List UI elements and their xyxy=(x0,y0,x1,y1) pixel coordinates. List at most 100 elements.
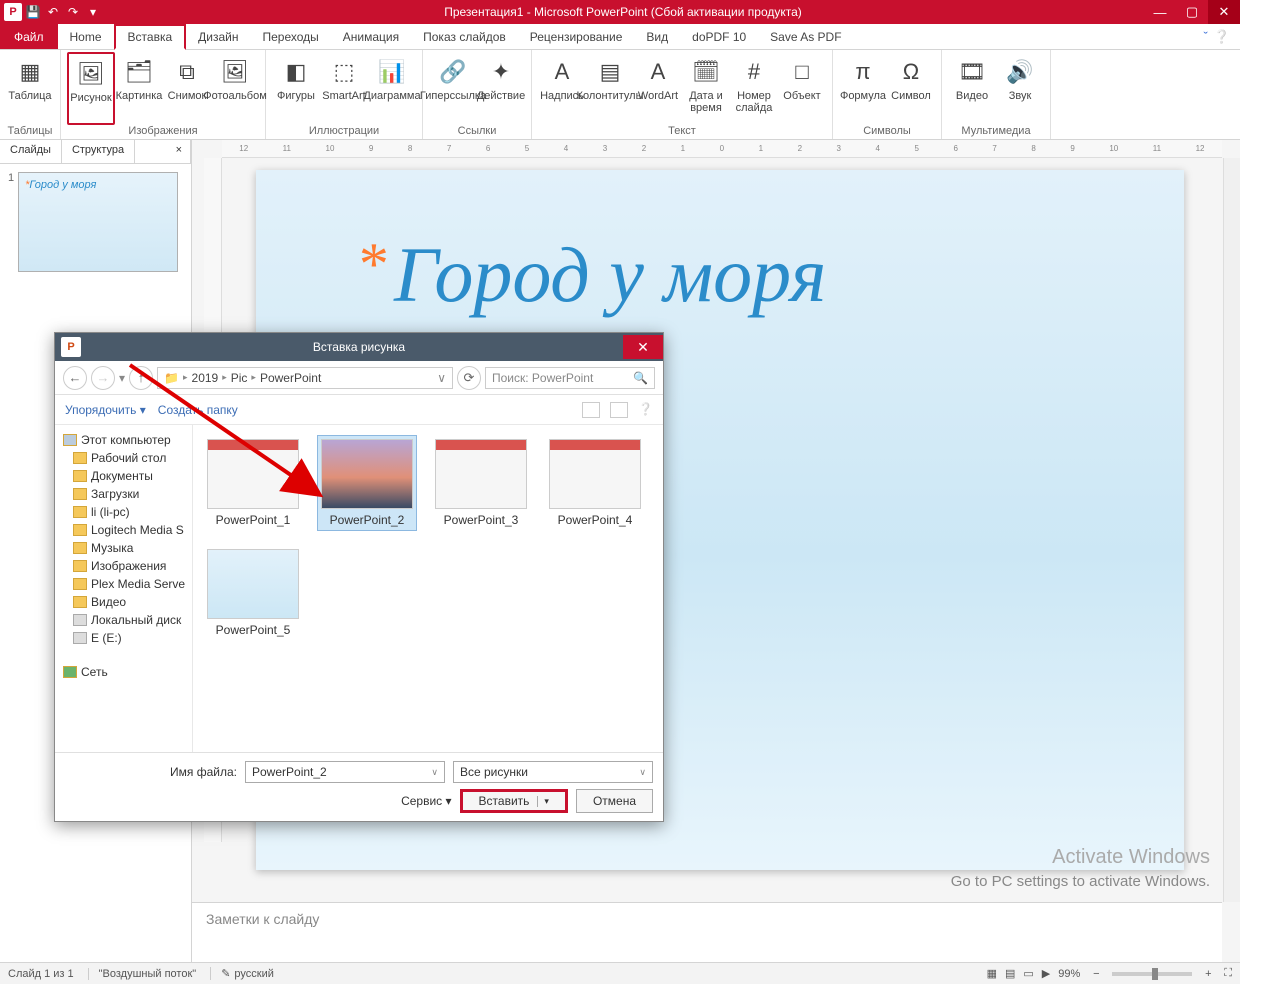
new-folder-button[interactable]: Создать папку xyxy=(158,403,238,417)
dialog-nav: ← → ▾ ↑ 📁 ▸ 2019▸ Pic▸ PowerPoint ∨ ⟳ По… xyxy=(55,361,663,395)
tab-дизайн[interactable]: Дизайн xyxy=(186,24,250,49)
tab-dopdf-10[interactable]: doPDF 10 xyxy=(680,24,758,49)
nav-back-button[interactable]: ← xyxy=(63,366,87,390)
ribbon-smartart[interactable]: ⬚SmartArt xyxy=(320,52,368,125)
tree-item[interactable]: Загрузки xyxy=(59,485,188,503)
file-item[interactable]: PowerPoint_1 xyxy=(203,435,303,531)
nav-forward-button[interactable]: → xyxy=(91,366,115,390)
preview-pane-button[interactable] xyxy=(610,402,628,418)
tree-item[interactable]: Документы xyxy=(59,467,188,485)
ribbon-рисунок[interactable]: 🖼Рисунок xyxy=(67,52,115,125)
slide-title[interactable]: Город у моря xyxy=(356,230,826,320)
ribbon-объект[interactable]: □Объект xyxy=(778,52,826,125)
filetype-select[interactable]: Все рисунки∨ xyxy=(453,761,653,783)
view-slideshow-icon[interactable]: ▶ xyxy=(1042,967,1050,980)
cancel-button[interactable]: Отмена xyxy=(576,789,653,813)
file-item[interactable]: PowerPoint_4 xyxy=(545,435,645,531)
zoom-out-button[interactable]: − xyxy=(1088,968,1104,980)
view-options-button[interactable] xyxy=(582,402,600,418)
help-icon[interactable]: ❔ xyxy=(1214,29,1230,45)
status-language[interactable]: ✎русский xyxy=(210,967,274,980)
file-list[interactable]: PowerPoint_1PowerPoint_2PowerPoint_3Powe… xyxy=(193,425,663,752)
ribbon-номер слайда[interactable]: #Номер слайда xyxy=(730,52,778,125)
filename-input[interactable]: PowerPoint_2∨ xyxy=(245,761,445,783)
redo-icon[interactable]: ↷ xyxy=(64,3,82,21)
ribbon-формула[interactable]: πФормула xyxy=(839,52,887,125)
tree-item[interactable]: Рабочий стол xyxy=(59,449,188,467)
ribbon-фотоальбом[interactable]: 🖼Фотоальбом xyxy=(211,52,259,125)
ribbon-диаграмма[interactable]: 📊Диаграмма xyxy=(368,52,416,125)
activation-watermark: Activate Windows Go to PC settings to ac… xyxy=(951,843,1210,892)
dialog-search-input[interactable]: Поиск: PowerPoint 🔍 xyxy=(485,367,655,389)
zoom-slider[interactable] xyxy=(1112,972,1192,976)
app-icon: P xyxy=(4,3,22,21)
filename-label: Имя файла: xyxy=(170,765,237,779)
dialog-close-button[interactable]: ✕ xyxy=(623,335,663,359)
file-item[interactable]: PowerPoint_2 xyxy=(317,435,417,531)
dialog-toolbar: Упорядочить ▾ Создать папку ❔ xyxy=(55,395,663,425)
close-button[interactable]: ✕ xyxy=(1208,0,1240,24)
ribbon-звук[interactable]: 🔊Звук xyxy=(996,52,1044,125)
ribbon-картинка[interactable]: 🗂Картинка xyxy=(115,52,163,125)
zoom-in-button[interactable]: + xyxy=(1200,968,1216,980)
maximize-button[interactable]: ▢ xyxy=(1176,0,1208,24)
ribbon-фигуры[interactable]: ◧Фигуры xyxy=(272,52,320,125)
nav-up-button[interactable]: ↑ xyxy=(129,366,153,390)
ribbon-видео[interactable]: 🎞Видео xyxy=(948,52,996,125)
tab-file[interactable]: Файл xyxy=(0,24,58,49)
ribbon-снимок[interactable]: ⧉Снимок xyxy=(163,52,211,125)
vertical-scrollbar[interactable] xyxy=(1223,158,1240,902)
nav-refresh-button[interactable]: ⟳ xyxy=(457,366,481,390)
tab-home[interactable]: Home xyxy=(58,24,114,49)
fit-icon[interactable]: ⛶ xyxy=(1224,967,1232,980)
panel-close-icon[interactable]: × xyxy=(168,140,191,163)
tree-item[interactable]: Локальный диск xyxy=(59,611,188,629)
ribbon-дата и время[interactable]: 🗓Дата и время xyxy=(682,52,730,125)
ribbon-надпись[interactable]: AНадпись xyxy=(538,52,586,125)
file-item[interactable]: PowerPoint_3 xyxy=(431,435,531,531)
ribbon-символ[interactable]: ΩСимвол xyxy=(887,52,935,125)
tab-вставка[interactable]: Вставка xyxy=(114,24,187,50)
tree-item[interactable]: Сеть xyxy=(59,663,188,681)
ribbon-minimize-icon[interactable]: ˇ xyxy=(1203,29,1207,44)
tree-item[interactable]: Этот компьютер xyxy=(59,431,188,449)
ribbon-колонтитулы[interactable]: ▤Колонтитулы xyxy=(586,52,634,125)
tree-item[interactable]: Изображения xyxy=(59,557,188,575)
tree-item[interactable]: Видео xyxy=(59,593,188,611)
slide-thumbnail[interactable]: 1Город у моря xyxy=(8,172,183,272)
view-sorter-icon[interactable]: ▤ xyxy=(1005,967,1015,980)
qat-more-icon[interactable]: ▾ xyxy=(84,3,102,21)
tab-анимация[interactable]: Анимация xyxy=(331,24,411,49)
nav-dropdown-icon[interactable]: ▾ xyxy=(119,371,125,385)
ribbon-таблица[interactable]: ▦Таблица xyxy=(6,52,54,125)
tab-рецензирование[interactable]: Рецензирование xyxy=(518,24,635,49)
tab-вид[interactable]: Вид xyxy=(634,24,680,49)
tools-menu[interactable]: Сервис ▾ xyxy=(401,794,451,808)
minimize-button[interactable]: — xyxy=(1144,0,1176,24)
tree-item[interactable]: Plex Media Serve xyxy=(59,575,188,593)
ribbon-действие[interactable]: ✦Действие xyxy=(477,52,525,125)
tree-item[interactable]: E (E:) xyxy=(59,629,188,647)
tree-item[interactable]: Logitech Media S xyxy=(59,521,188,539)
ribbon-гиперссылка[interactable]: 🔗Гиперссылка xyxy=(429,52,477,125)
tree-item[interactable]: Музыка xyxy=(59,539,188,557)
panel-tab-slides[interactable]: Слайды xyxy=(0,140,62,163)
panel-tab-outline[interactable]: Структура xyxy=(62,140,135,163)
notes-pane[interactable]: Заметки к слайду xyxy=(192,902,1222,962)
view-reading-icon[interactable]: ▭ xyxy=(1023,967,1033,980)
tree-item[interactable]: li (li-pc) xyxy=(59,503,188,521)
folder-tree[interactable]: Этот компьютерРабочий столДокументыЗагру… xyxy=(55,425,193,752)
view-normal-icon[interactable]: ▦ xyxy=(987,967,997,980)
save-icon[interactable]: 💾 xyxy=(24,3,42,21)
file-item[interactable]: PowerPoint_5 xyxy=(203,545,303,641)
insert-button[interactable]: Вставить▾ xyxy=(460,789,568,813)
tab-save-as-pdf[interactable]: Save As PDF xyxy=(758,24,853,49)
breadcrumb[interactable]: 📁 ▸ 2019▸ Pic▸ PowerPoint ∨ xyxy=(157,367,453,389)
organize-button[interactable]: Упорядочить ▾ xyxy=(65,403,146,417)
horizontal-ruler: 1211109876543210123456789101112 xyxy=(222,140,1222,158)
tab-показ-слайдов[interactable]: Показ слайдов xyxy=(411,24,518,49)
undo-icon[interactable]: ↶ xyxy=(44,3,62,21)
tab-переходы[interactable]: Переходы xyxy=(250,24,330,49)
dialog-help-icon[interactable]: ❔ xyxy=(638,402,653,418)
ribbon-wordart[interactable]: AWordArt xyxy=(634,52,682,125)
